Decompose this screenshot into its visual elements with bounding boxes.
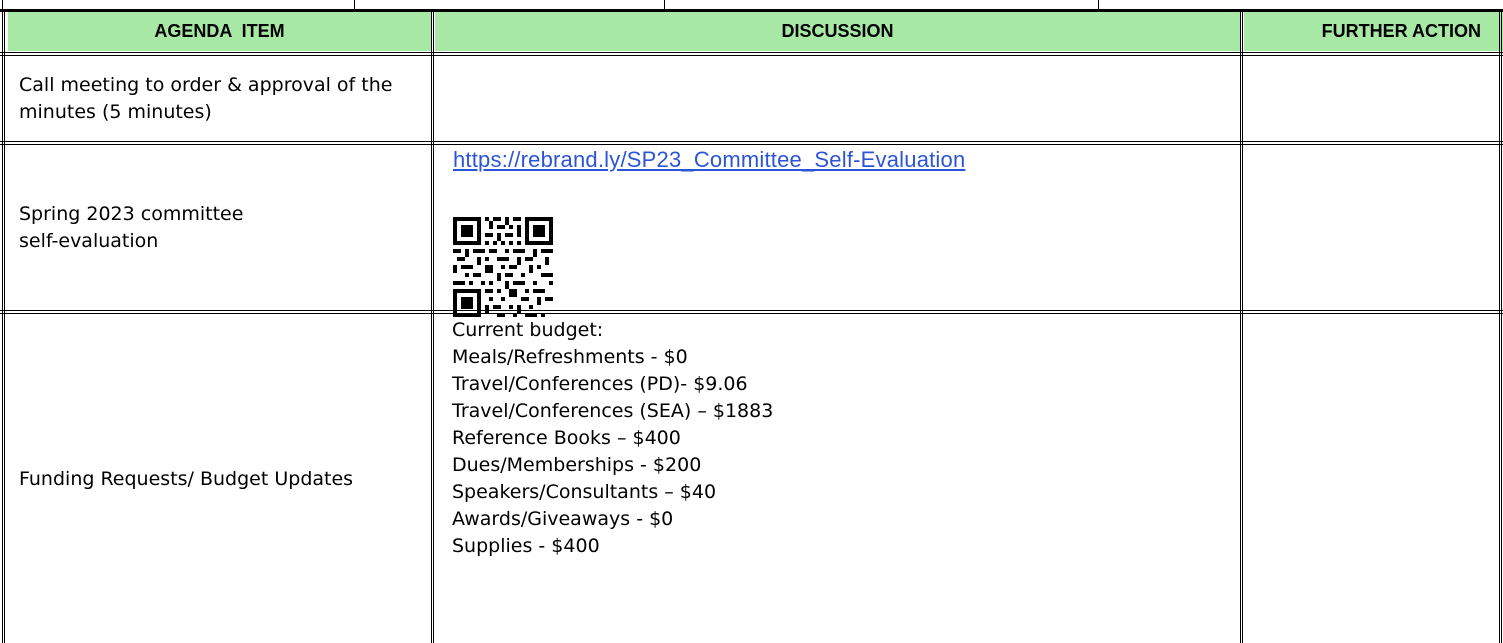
table-row-1-action (1244, 57, 1503, 140)
table-row-2-action (1244, 146, 1503, 309)
budget-line: Reference Books – $400 (452, 427, 681, 449)
budget-line: Dues/Memberships - $200 (452, 454, 702, 476)
header-discussion: DISCUSSION (435, 12, 1240, 51)
table-border (0, 9, 1503, 12)
row-1-item-text: Call meeting to order & approval of the … (19, 73, 393, 123)
header-further-action-label: FURTHER ACTION (1321, 21, 1481, 41)
budget-title: Current budget: (452, 319, 604, 341)
table-border (0, 310, 1503, 314)
qr-code-icon (453, 217, 553, 317)
budget-line: Speakers/Consultants – $40 (452, 481, 717, 503)
header-further-action: FURTHER ACTION (1244, 12, 1503, 51)
table-row-2-discussion: https://rebrand.ly/SP23_Committee_Self-E… (435, 146, 1240, 317)
row-3-item-text: Funding Requests/ Budget Updates (19, 467, 354, 490)
table-row-3-action (1244, 315, 1503, 643)
table-border (0, 52, 1503, 56)
self-evaluation-link[interactable]: https://rebrand.ly/SP23_Committee_Self-E… (453, 147, 965, 173)
table-border (2, 9, 5, 643)
divider (2, 0, 3, 9)
table-border (1240, 9, 1243, 643)
budget-line: Supplies - $400 (452, 535, 600, 557)
table-row-1-discussion (435, 57, 1240, 140)
table-border (0, 141, 1503, 145)
table-row-3-discussion: Current budget: Meals/Refreshments - $0 … (435, 315, 1240, 643)
table-row-2-agenda-item: Spring 2023 committee self-evaluation (8, 146, 431, 309)
table-row-3-agenda-item: Funding Requests/ Budget Updates (8, 315, 431, 643)
qr-code-image (453, 217, 553, 317)
budget-line: Travel/Conferences (SEA) – $1883 (452, 400, 774, 422)
row-2-item-text: Spring 2023 committee self-evaluation (19, 202, 244, 252)
budget-line: Travel/Conferences (PD)- $9.06 (452, 373, 748, 395)
budget-line: Awards/Giveaways - $0 (452, 508, 674, 530)
header-discussion-label: DISCUSSION (781, 21, 894, 41)
table-row-1-agenda-item: Call meeting to order & approval of the … (8, 57, 431, 140)
budget-line: Meals/Refreshments - $0 (452, 346, 688, 368)
header-agenda-item: AGENDA ITEM (8, 12, 431, 51)
table-border (1499, 9, 1502, 643)
divider (664, 0, 665, 9)
divider (354, 0, 355, 9)
divider (1098, 0, 1099, 9)
table-border (431, 9, 434, 643)
header-agenda-item-label: AGENDA ITEM (154, 21, 285, 41)
